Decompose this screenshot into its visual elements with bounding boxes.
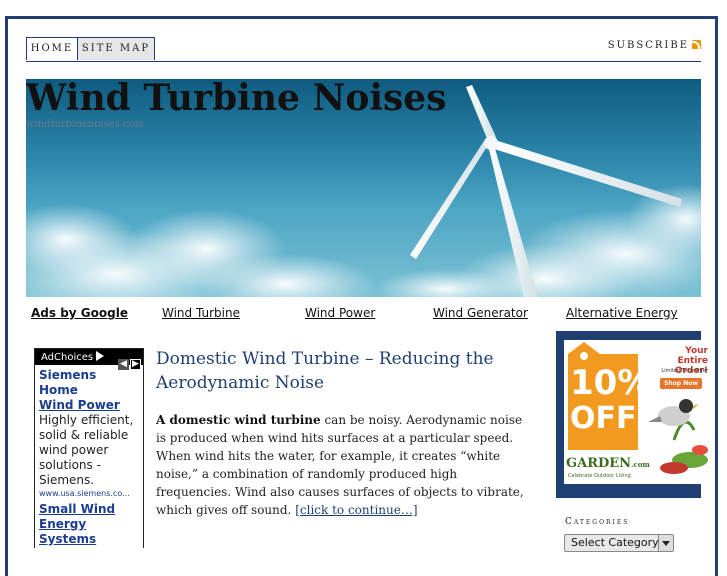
- ad-choices-label: AdChoices: [41, 352, 94, 363]
- garden-brand: GARDEN: [566, 456, 632, 471]
- post-excerpt: A domestic wind turbine can be noisy. Ae…: [156, 411, 534, 519]
- ad1-title-line2: Wind Power: [39, 398, 120, 412]
- header-banner: Wind Turbine Noises windturbinenoises.co…: [26, 79, 701, 297]
- category-select[interactable]: Select Category: [564, 534, 674, 552]
- tab-home[interactable]: Home: [26, 37, 77, 60]
- ad-link-wind-generator[interactable]: Wind Generator: [433, 306, 528, 320]
- post-body-text: can be noisy. Aerodynamic noise is produ…: [156, 413, 524, 517]
- ad-link-row: Ads by Google Wind Turbine Wind Power Wi…: [31, 306, 701, 322]
- site-title[interactable]: Wind Turbine Noises: [26, 79, 446, 117]
- post-lead-bold: A domestic wind turbine: [156, 413, 321, 427]
- top-nav: Home Site Map Subscribe: [26, 37, 701, 62]
- garden-shop-button[interactable]: Shop Now: [660, 378, 702, 389]
- ad-choices-icon: [96, 351, 105, 361]
- ad1-title[interactable]: Siemens Home Wind Power: [39, 368, 139, 413]
- ad-body: Siemens Home Wind Power Highly efficient…: [35, 365, 143, 548]
- ad1-text: Highly efficient, solid & reliable wind …: [39, 413, 134, 487]
- ad2-title[interactable]: Small Wind Energy Systems: [39, 502, 139, 547]
- ad-link-wind-power[interactable]: Wind Power: [305, 306, 375, 320]
- category-select-value: Select Category: [571, 536, 659, 549]
- site-subtitle: windturbinenoises.com: [26, 119, 144, 130]
- garden-ad[interactable]: Your Entire Order! Limited Time Offer Sh…: [564, 340, 710, 484]
- ads-by-google-link[interactable]: Ads by Google: [31, 306, 128, 320]
- categories-heading: Categories: [565, 517, 630, 527]
- garden-tagline: Celebrate Outdoor Living: [568, 473, 631, 479]
- continue-link[interactable]: [click to continue…]: [295, 503, 417, 517]
- ad1-title-line1: Siemens Home: [39, 368, 97, 397]
- left-ad-unit: AdChoices ◀ ▶ Siemens Home Wind Power Hig…: [34, 348, 144, 548]
- ad-choices-bar: AdChoices ◀ ▶: [35, 349, 143, 370]
- garden-percent: 10%: [570, 363, 652, 403]
- tab-site-map[interactable]: Site Map: [77, 37, 155, 60]
- chevron-down-icon: [658, 535, 673, 551]
- ad1-url[interactable]: www.usa.siemens.co...: [39, 488, 139, 500]
- ad-choices-link[interactable]: AdChoices: [41, 351, 105, 363]
- rss-icon: [692, 40, 701, 49]
- garden-brand-logo: GARDEN.com: [566, 456, 650, 471]
- garden-off: OFF: [570, 401, 637, 436]
- subscribe-link[interactable]: Subscribe: [608, 40, 701, 51]
- garden-brand-suffix: .com: [631, 460, 650, 469]
- post-title[interactable]: Domestic Wind Turbine – Reducing the Aer…: [156, 347, 516, 395]
- subscribe-label: Subscribe: [607, 40, 689, 51]
- ad-next-icon[interactable]: ▶: [130, 359, 141, 370]
- ad-prev-icon[interactable]: ◀: [118, 359, 129, 370]
- ad-link-wind-turbine[interactable]: Wind Turbine: [162, 306, 240, 320]
- ad-nav: ◀ ▶: [117, 351, 141, 370]
- ad-link-alternative-energy[interactable]: Alternative Energy: [566, 306, 678, 320]
- garden-limited: Limited Time Offer: [661, 368, 708, 374]
